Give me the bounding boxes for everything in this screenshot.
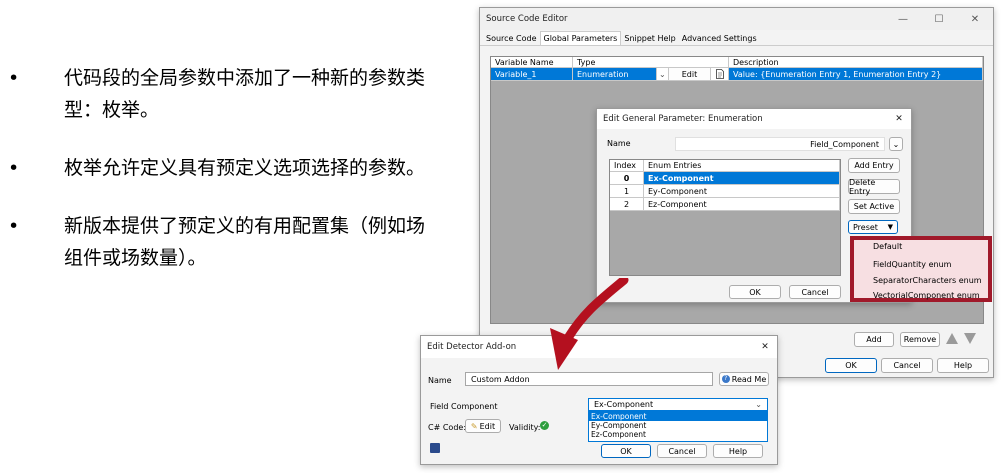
move-up-icon[interactable] (946, 333, 958, 344)
document-icon[interactable] (711, 68, 729, 81)
remove-button[interactable]: Remove (900, 332, 940, 347)
save-icon[interactable] (430, 443, 440, 453)
tab-global-parameters[interactable]: Global Parameters (539, 31, 622, 45)
add-button[interactable]: Add (854, 332, 894, 347)
bullet-list: • 代码段的全局参数中添加了一种新的参数类型：枚举。 • 枚举允许定义具有预定义选项… (8, 62, 438, 300)
help-button[interactable]: Help (713, 444, 763, 458)
help-icon: ? (721, 375, 730, 383)
minimize-icon[interactable]: — (885, 14, 921, 25)
preset-menu: Default FieldQuantity enum SeparatorChar… (850, 236, 992, 302)
table-row-entry[interactable]: Ez-Component (644, 198, 840, 211)
window-titlebar: Source Code Editor — ☐ ✕ (480, 8, 993, 30)
caret-down-icon: ▼ (887, 223, 893, 231)
delete-entry-button[interactable]: Delete Entry (848, 178, 900, 196)
detector-title: Edit Detector Add-on (427, 342, 517, 352)
table-row-index[interactable]: 2 (610, 198, 644, 211)
name-label: Name (428, 376, 452, 385)
field-component-select[interactable]: Ex-Component ⌄ (588, 398, 768, 411)
code-label: C# Code: (428, 423, 467, 432)
dropdown-option[interactable]: Ey-Component (589, 421, 767, 430)
check-icon: ✓ (540, 421, 549, 430)
dropdown-option[interactable]: Ez-Component (589, 430, 767, 439)
dropdown-option[interactable]: Ex-Component (589, 412, 767, 421)
curved-arrow-icon (550, 278, 629, 370)
bullet-item: • 代码段的全局参数中添加了一种新的参数类型：枚举。 (8, 67, 426, 121)
table-row-entry[interactable]: Ey-Component (644, 185, 840, 198)
menu-item-separatorcharacters[interactable]: SeparatorCharacters enum (873, 276, 982, 285)
chevron-down-icon: ⌄ (755, 400, 762, 409)
menu-item-default[interactable]: Default (873, 242, 902, 251)
preset-label: Preset (853, 222, 878, 232)
pencil-icon: ✎ (470, 421, 478, 431)
table-row-index[interactable]: 0 (610, 172, 644, 185)
close-icon[interactable]: ✕ (753, 342, 777, 352)
menu-item-fieldquantity[interactable]: FieldQuantity enum (873, 260, 951, 269)
tab-source-code[interactable]: Source Code (483, 34, 540, 45)
ok-button[interactable]: OK (825, 358, 877, 373)
column-header-description[interactable]: Description (729, 57, 983, 68)
column-header-type[interactable]: Type (573, 57, 729, 68)
dialog-title: Edit General Parameter: Enumeration (603, 114, 763, 124)
chevron-down-icon[interactable]: ⌄ (657, 68, 669, 81)
row-edit-button[interactable]: Edit (669, 68, 711, 81)
field-component-label: Field Component (430, 402, 498, 411)
move-down-icon[interactable] (964, 333, 976, 344)
ok-button[interactable]: OK (601, 444, 651, 458)
column-header-variable-name[interactable]: Variable Name (491, 57, 573, 68)
column-header-index[interactable]: Index (610, 160, 644, 172)
enum-table: Index Enum Entries 0 Ex-Component 1 Ey-C… (609, 159, 841, 276)
table-row-entry[interactable]: Ex-Component (644, 172, 840, 185)
field-component-options: Ex-Component Ey-Component Ez-Component (588, 411, 768, 442)
bullet-item: • 新版本提供了预定义的有用配置集（例如场组件或场数量）。 (8, 215, 426, 269)
cancel-button[interactable]: Cancel (789, 285, 841, 299)
window-title: Source Code Editor (486, 14, 568, 24)
tab-advanced-settings[interactable]: Advanced Settings (679, 34, 760, 45)
code-edit-button[interactable]: ✎ Edit (465, 419, 501, 433)
help-button[interactable]: Help (937, 358, 989, 373)
field-component-value: Ex-Component (594, 400, 654, 409)
tab-snippet-help[interactable]: Snippet Help (621, 34, 678, 45)
read-me-button[interactable]: ? Read Me (719, 372, 769, 386)
row-description[interactable]: Value: {Enumeration Entry 1, Enumeration… (729, 68, 983, 81)
set-active-button[interactable]: Set Active (848, 199, 900, 214)
name-label: Name (607, 139, 631, 148)
add-entry-button[interactable]: Add Entry (848, 158, 900, 173)
type-dropdown[interactable]: Enumeration (573, 68, 657, 81)
name-field[interactable]: Field_Component (675, 137, 885, 151)
bullet-item: • 枚举允许定义具有预定义选项选择的参数。 (8, 157, 426, 179)
close-icon[interactable]: ✕ (887, 114, 911, 124)
maximize-icon[interactable]: ☐ (921, 14, 957, 25)
table-row-index[interactable]: 1 (610, 185, 644, 198)
tab-bar: Source Code Global Parameters Snippet He… (480, 30, 993, 46)
preset-dropdown[interactable]: Preset ▼ (848, 220, 898, 234)
menu-item-vectorialcomponent[interactable]: VectorialComponent enum (873, 291, 980, 300)
chevron-down-icon[interactable]: ⌄ (889, 137, 903, 151)
validity-label: Validity: (509, 423, 541, 432)
ok-button[interactable]: OK (729, 285, 781, 299)
cancel-button[interactable]: Cancel (881, 358, 933, 373)
column-header-enum-entries[interactable]: Enum Entries (644, 160, 840, 172)
dialog-titlebar: Edit General Parameter: Enumeration ✕ (597, 109, 911, 129)
code-edit-label: Edit (479, 421, 496, 431)
read-me-label: Read Me (731, 374, 767, 384)
table-row-name[interactable]: Variable_1 (491, 68, 573, 81)
cancel-button[interactable]: Cancel (657, 444, 707, 458)
close-icon[interactable]: ✕ (957, 14, 993, 25)
window-controls: — ☐ ✕ (885, 14, 993, 25)
